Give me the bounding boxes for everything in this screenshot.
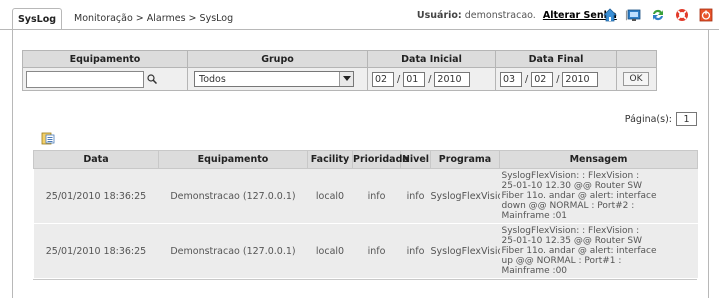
- pagination-label: Página(s):: [624, 113, 672, 125]
- results-bottom-border: [33, 279, 697, 280]
- cell-data: 25/01/2010 18:36:25: [33, 168, 159, 224]
- export-icon[interactable]: [41, 132, 55, 148]
- col-header-prioridade[interactable]: Prioridade: [352, 150, 409, 169]
- pagination: Página(s): 1: [625, 112, 697, 126]
- grupo-cell: Todos: [187, 67, 368, 91]
- header-data-inicial: Data Inicial: [367, 50, 496, 68]
- data-inicial-year[interactable]: 2010: [434, 71, 471, 87]
- message-line: up @@ NORMAL : Port#1 :: [501, 256, 622, 266]
- cell-nivel: info: [400, 168, 431, 224]
- col-header-programa[interactable]: Programa: [430, 150, 500, 169]
- data-final-cell: 03 / 02 / 2010: [495, 67, 617, 91]
- col-header-data[interactable]: Data: [33, 150, 159, 169]
- header-grupo: Grupo: [187, 50, 368, 68]
- message-line: Fiber 11o. andar @ alert: interface: [501, 246, 657, 256]
- data-final-month[interactable]: 02: [531, 71, 554, 87]
- power-icon[interactable]: [699, 8, 713, 22]
- date-separator: /: [428, 73, 432, 85]
- cell-data: 25/01/2010 18:36:25: [33, 223, 159, 279]
- data-inicial-month[interactable]: 01: [403, 71, 426, 87]
- tab-syslog[interactable]: SysLog: [12, 8, 62, 30]
- ok-cell: OK: [616, 67, 657, 91]
- table-row[interactable]: 25/01/2010 18:36:25 Demonstracao (127.0.…: [33, 223, 698, 279]
- refresh-icon[interactable]: [651, 8, 665, 22]
- message-line: SyslogFlexVision: : FlexVision :: [501, 226, 640, 236]
- message-line: 25-01-10 12.35 @@ Router SW: [501, 236, 643, 246]
- results-table: Data Equipamento Facility Prioridade Niv…: [33, 150, 698, 279]
- data-inicial-day[interactable]: 02: [372, 71, 394, 87]
- user-label: Usuário:: [416, 10, 462, 21]
- help-lifebuoy-icon[interactable]: [675, 8, 689, 22]
- date-separator: /: [525, 73, 529, 85]
- chevron-down-icon[interactable]: [339, 72, 353, 86]
- cell-mensagem: SyslogFlexVision: : FlexVision : 25-01-1…: [499, 168, 698, 224]
- message-line: Mainframe :01: [501, 211, 568, 221]
- message-line: Fiber 11o. andar @ alert: interface: [501, 191, 657, 201]
- data-final-year[interactable]: 2010: [562, 71, 599, 87]
- header-empty: [616, 50, 657, 68]
- col-header-nivel[interactable]: Nivel: [400, 150, 431, 169]
- col-header-equipamento[interactable]: Equipamento: [158, 150, 308, 169]
- user-bar: Usuário: demonstracao. Alterar Senha |: [417, 10, 633, 21]
- cell-equipamento: Demonstracao (127.0.0.1): [158, 223, 308, 279]
- cell-equipamento: Demonstracao (127.0.0.1): [158, 168, 308, 224]
- message-line: Mainframe :00: [501, 266, 568, 276]
- user-name: demonstracao.: [464, 10, 536, 21]
- cell-prioridade: info: [352, 168, 401, 224]
- date-separator: /: [556, 73, 560, 85]
- message-line: 25-01-10 12.30 @@ Router SW: [501, 181, 643, 191]
- header-data-final: Data Final: [495, 50, 617, 68]
- cell-programa: SyslogFlexVisio: [430, 168, 500, 224]
- breadcrumb: Monitoração > Alarmes > SysLog: [74, 13, 234, 24]
- header-equipamento: Equipamento: [22, 50, 188, 68]
- monitor-icon[interactable]: [627, 8, 641, 22]
- message-line: SyslogFlexVision: : FlexVision :: [501, 171, 640, 181]
- data-final-day[interactable]: 03: [500, 71, 522, 87]
- cell-prioridade: info: [352, 223, 401, 279]
- cell-mensagem: SyslogFlexVision: : FlexVision : 25-01-1…: [499, 223, 698, 279]
- ok-button[interactable]: OK: [623, 72, 649, 86]
- equipamento-cell: [22, 67, 188, 91]
- col-header-facility[interactable]: Facility: [307, 150, 353, 169]
- filter-table: Equipamento Grupo Data Inicial Data Fina…: [22, 50, 657, 91]
- search-icon[interactable]: [147, 74, 157, 84]
- cell-nivel: info: [400, 223, 431, 279]
- toolbar-icons: [603, 8, 713, 22]
- equipamento-input[interactable]: [26, 70, 144, 88]
- table-row[interactable]: 25/01/2010 18:36:25 Demonstracao (127.0.…: [33, 168, 698, 224]
- cell-programa: SyslogFlexVisio: [430, 223, 500, 279]
- data-inicial-cell: 02 / 01 / 2010: [367, 67, 496, 91]
- page-number-input[interactable]: 1: [676, 112, 697, 126]
- grupo-selected-value: Todos: [199, 73, 226, 85]
- cell-facility: local0: [307, 168, 353, 224]
- message-line: down @@ NORMAL : Port#2 :: [501, 201, 635, 211]
- home-icon[interactable]: [603, 8, 617, 22]
- date-separator: /: [397, 73, 401, 85]
- cell-facility: local0: [307, 223, 353, 279]
- top-bar: SysLog Monitoração > Alarmes > SysLog Us…: [0, 0, 719, 30]
- col-header-mensagem[interactable]: Mensagem: [499, 150, 698, 169]
- grupo-select[interactable]: Todos: [194, 71, 354, 87]
